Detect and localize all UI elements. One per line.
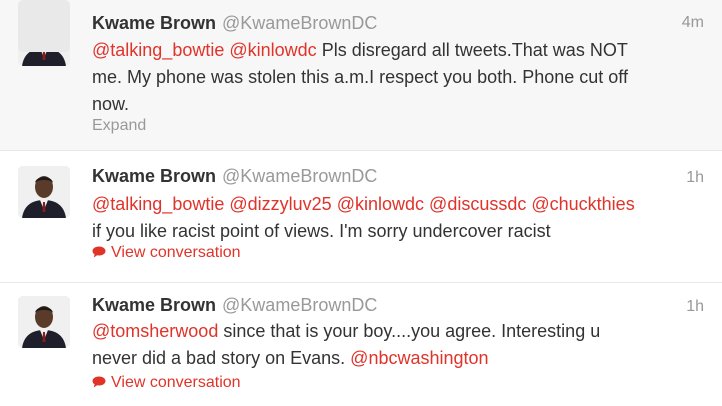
mention-link[interactable]: @discussdc [429,194,526,214]
avatar[interactable] [18,296,70,348]
mention-link[interactable]: @dizzyluv25 [229,194,331,214]
author-handle[interactable]: @KwameBrownDC [222,13,377,33]
tweet-text-line: if you like racist point of views. I'm s… [92,221,551,241]
mention-link[interactable]: @talking_bowtie [92,194,224,214]
author-handle[interactable]: @KwameBrownDC [222,166,377,186]
mention-link[interactable]: @tomsherwood [92,321,218,341]
avatar[interactable] [18,0,70,52]
tweet-text-line: @talking_bowtie @kinlowdc Pls disregard … [92,37,692,64]
tweet-text-line: now. [92,94,130,114]
author-name[interactable]: Kwame Brown [92,166,216,186]
timestamp[interactable]: 4m [682,12,704,34]
author-handle[interactable]: @KwameBrownDC [222,295,377,315]
avatar[interactable] [18,166,70,218]
view-conversation-label: View conversation [111,374,241,391]
speech-bubble-icon [92,246,106,258]
timestamp[interactable]: 1h [686,167,704,189]
tweet-header: Kwame Brown @KwameBrownDC [92,12,377,34]
speech-bubble-icon [92,376,106,388]
view-conversation-link[interactable]: View conversation [92,243,241,263]
tweet-header: Kwame Brown @KwameBrownDC [92,294,377,316]
tweet-item[interactable]: Kwame Brown @KwameBrownDC 4m @talking_bow… [0,0,722,151]
expand-link[interactable]: Expand [92,116,146,136]
tweet-text-segment: Pls disregard all tweets.That was NOT [321,40,628,60]
tweet-text-segment: since that is your boy....you agree. Int… [223,321,601,341]
mention-link[interactable]: @nbcwashington [350,348,488,368]
tweet-text: @talking_bowtie @dizzyluv25 @kinlowdc @d… [92,191,712,245]
tweet-text-line: me. My phone was stolen this a.m.I respe… [92,67,628,87]
view-conversation-link[interactable]: View conversation [92,373,241,393]
tweet-content: Kwame Brown @KwameBrownDC 1h @talking_bow… [0,151,722,283]
tweet-header: Kwame Brown @KwameBrownDC [92,165,377,187]
tweet-text: @tomsherwood since that is your boy....y… [92,318,692,372]
tweet-text-line: never did a bad story on Evans. @nbcwash… [92,345,692,372]
tweet-text: @talking_bowtie @kinlowdc Pls disregard … [92,37,692,118]
author-name[interactable]: Kwame Brown [92,13,216,33]
mention-link[interactable]: @chuckthies [531,194,634,214]
tweet-content: Kwame Brown @KwameBrownDC 1h @tomsherwood… [0,283,722,406]
view-conversation-label: View conversation [111,244,241,261]
mention-link[interactable]: @talking_bowtie [92,40,224,60]
mention-link[interactable]: @kinlowdc [229,40,316,60]
tweet-text-line: @talking_bowtie @dizzyluv25 @kinlowdc @d… [92,191,712,218]
mention-link[interactable]: @kinlowdc [337,194,424,214]
tweet-text-line: @tomsherwood since that is your boy....y… [92,318,692,345]
tweet-text-segment: never did a bad story on Evans. [92,348,346,368]
author-name[interactable]: Kwame Brown [92,295,216,315]
timestamp[interactable]: 1h [686,296,704,318]
